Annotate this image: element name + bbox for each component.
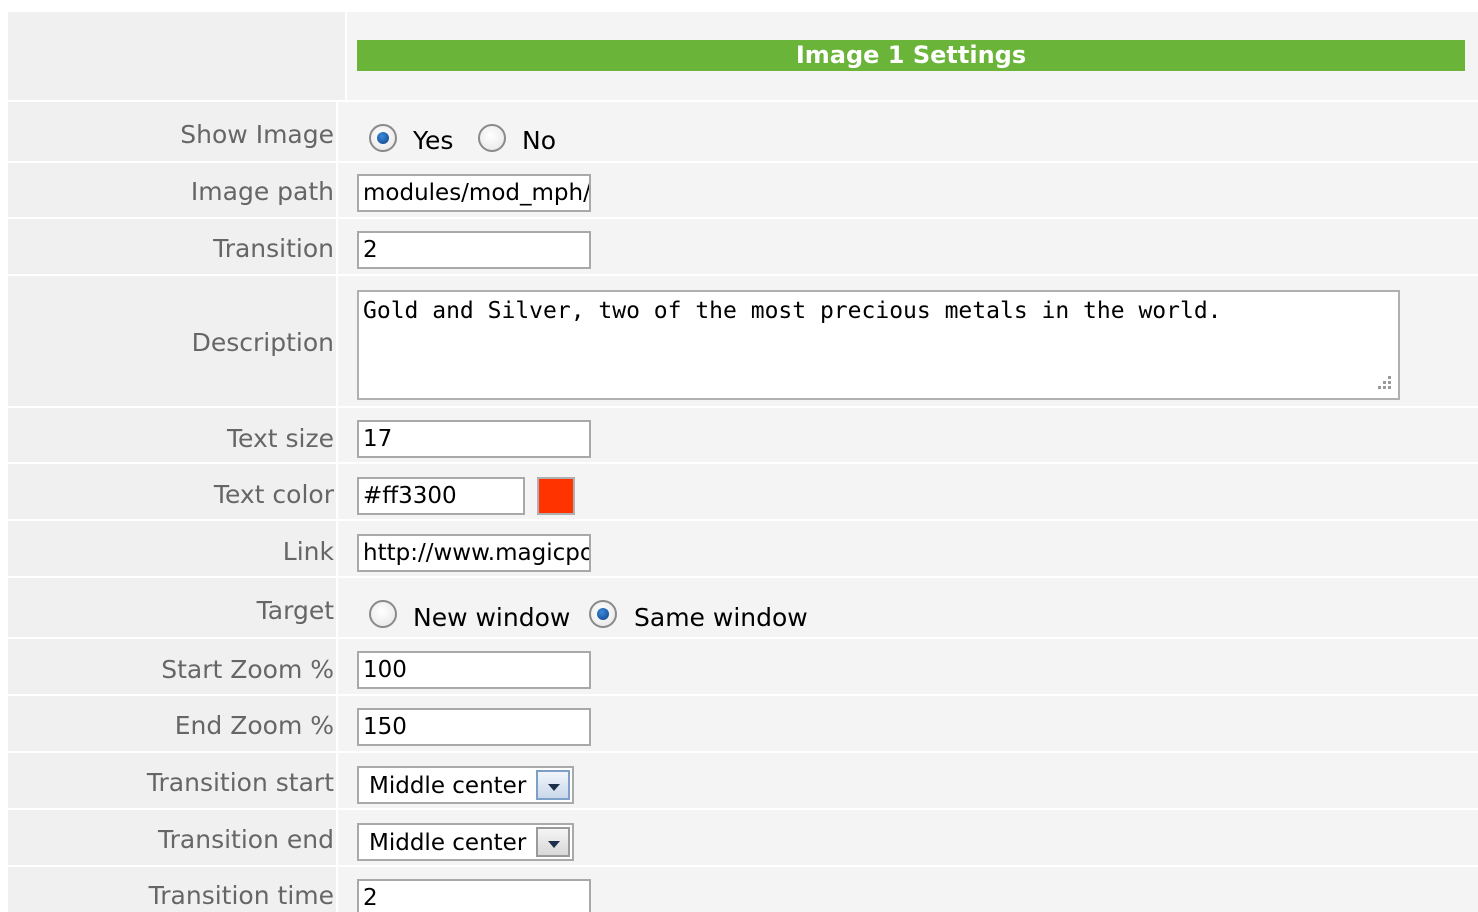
text-color-label-text: Text color	[213, 480, 334, 509]
target-new-window-radio[interactable]	[369, 600, 397, 628]
transition-time-input[interactable]: 2	[357, 879, 591, 912]
start-zoom-input[interactable]: 100	[357, 651, 591, 689]
transition-end-label-text: Transition end	[158, 825, 334, 854]
transition-end-value: Middle center	[369, 830, 527, 856]
row-transition-time: Transition time 2	[8, 865, 1478, 912]
resize-grip-icon[interactable]	[1372, 372, 1394, 394]
start-zoom-label-text: Start Zoom %	[161, 655, 334, 684]
end-zoom-input[interactable]: 150	[357, 708, 591, 746]
show-image-no-radio[interactable]	[478, 124, 506, 152]
chevron-down-icon[interactable]	[536, 770, 570, 800]
description-text: Gold and Silver, two of the most preciou…	[363, 298, 1222, 324]
description-label-text: Description	[191, 328, 334, 357]
row-image-path: Image path modules/mod_mph/d	[8, 161, 1478, 219]
show-image-yes-label[interactable]: Yes	[413, 126, 453, 155]
transition-start-value: Middle center	[369, 773, 527, 799]
transition-start-label-text: Transition start	[146, 768, 334, 797]
row-start-zoom: Start Zoom % 100	[8, 637, 1478, 696]
image-path-label: Image path	[8, 163, 338, 219]
transition-end-label: Transition end	[8, 810, 338, 867]
text-size-label-text: Text size	[227, 424, 334, 453]
text-color-label: Text color	[8, 464, 338, 521]
row-text-size: Text size 17	[8, 406, 1478, 464]
target-label-text: Target	[256, 596, 334, 625]
show-image-no-label[interactable]: No	[522, 126, 556, 155]
link-label-text: Link	[282, 537, 334, 566]
show-image-label: Show Image	[8, 102, 338, 163]
row-end-zoom: End Zoom % 150	[8, 694, 1478, 753]
row-show-image: Show Image Yes No	[8, 100, 1478, 163]
description-label: Description	[8, 276, 338, 408]
text-size-label: Text size	[8, 408, 338, 464]
transition-time-label-text: Transition time	[148, 881, 334, 910]
show-image-yes-radio[interactable]	[369, 124, 397, 152]
settings-panel: Image 1 Settings Show Image Yes No Image…	[8, 12, 1478, 912]
end-zoom-label-text: End Zoom %	[174, 711, 334, 740]
target-new-window-label[interactable]: New window	[413, 603, 570, 632]
text-size-input[interactable]: 17	[357, 420, 591, 458]
text-color-swatch[interactable]	[537, 477, 575, 515]
target-same-window-radio[interactable]	[589, 600, 617, 628]
row-transition-end: Transition end Middle center	[8, 808, 1478, 867]
row-description: Description Gold and Silver, two of the …	[8, 274, 1478, 408]
header-label-cell	[8, 12, 347, 100]
transition-start-select[interactable]: Middle center	[357, 766, 574, 804]
image-path-label-text: Image path	[190, 177, 334, 206]
end-zoom-label: End Zoom %	[8, 696, 338, 753]
transition-label-text: Transition	[213, 234, 334, 263]
transition-input[interactable]: 2	[357, 231, 591, 269]
target-label: Target	[8, 578, 338, 639]
image-path-input[interactable]: modules/mod_mph/d	[357, 174, 591, 212]
settings-page: Image 1 Settings Show Image Yes No Image…	[0, 0, 1478, 912]
row-target: Target New window Same window	[8, 576, 1478, 639]
row-text-color: Text color #ff3300	[8, 462, 1478, 521]
transition-end-select[interactable]: Middle center	[357, 823, 574, 861]
target-same-window-label[interactable]: Same window	[634, 603, 808, 632]
show-image-label-text: Show Image	[180, 120, 334, 149]
transition-label: Transition	[8, 219, 338, 276]
description-textarea[interactable]: Gold and Silver, two of the most preciou…	[357, 290, 1400, 400]
row-transition-start: Transition start Middle center	[8, 751, 1478, 810]
link-input[interactable]: http://www.magicpoi	[357, 534, 591, 572]
transition-time-label: Transition time	[8, 867, 338, 912]
text-color-input[interactable]: #ff3300	[357, 477, 525, 515]
row-link: Link http://www.magicpoi	[8, 519, 1478, 578]
transition-start-label: Transition start	[8, 753, 338, 810]
chevron-down-icon[interactable]	[536, 827, 570, 857]
row-transition: Transition 2	[8, 217, 1478, 276]
link-label: Link	[8, 521, 338, 578]
start-zoom-label: Start Zoom %	[8, 639, 338, 696]
header-row: Image 1 Settings	[8, 12, 1478, 100]
section-header: Image 1 Settings	[357, 40, 1465, 71]
